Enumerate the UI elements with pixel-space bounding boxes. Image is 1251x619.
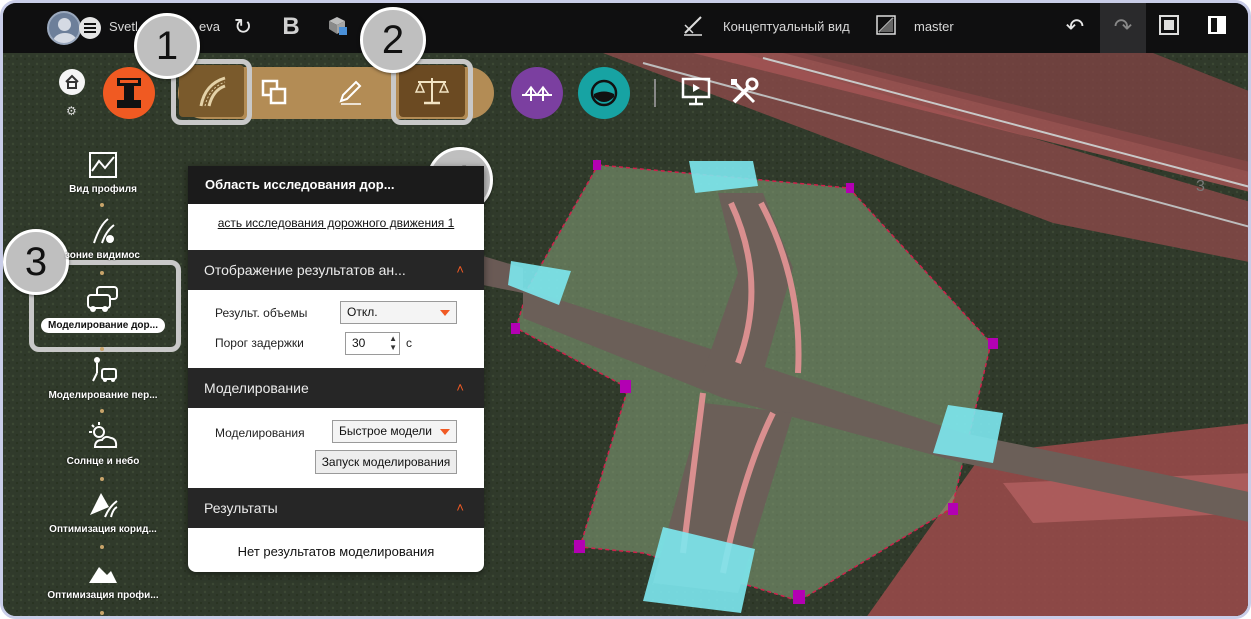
dropdown-arrow-icon [440, 310, 450, 316]
section-title: Моделирование [204, 380, 309, 396]
home-icon[interactable] [59, 69, 85, 95]
view-mode-label[interactable]: Концептуальный вид [723, 19, 850, 34]
sidebar-divider-dot [100, 477, 104, 481]
delay-threshold-label: Порог задержки [215, 336, 304, 350]
conceptual-view-icon[interactable] [679, 13, 707, 41]
dropdown-arrow-icon [440, 429, 450, 435]
sidebar-item-label: зоние видимос [65, 250, 140, 261]
panel-title: Область исследования дор... [205, 177, 395, 192]
traffic-cars-icon [87, 286, 118, 312]
sidebar-item-pedestrian-simulation[interactable]: Моделирование пер... [39, 355, 167, 401]
copy-tool-button[interactable] [251, 69, 297, 115]
stepper-arrows-icon[interactable]: ▲ ▼ [389, 334, 397, 352]
user-name: Svetl [109, 19, 138, 34]
traffic-study-panel: Область исследования дор... асть исследо… [188, 166, 484, 572]
settings-gear-icon[interactable]: ⚙ [66, 104, 77, 118]
volume-dropdown-value: Откл. [347, 305, 378, 319]
sidebar-item-label: Вид профиля [69, 184, 137, 195]
sidebar-divider-dot [100, 611, 104, 615]
branch-icon[interactable] [872, 13, 900, 41]
presentation-button[interactable] [677, 73, 715, 111]
sun-cloud-icon [89, 422, 118, 448]
tools-settings-button[interactable] [725, 73, 763, 111]
callout-1: 1 [134, 13, 200, 79]
modeling-mode-dropdown[interactable]: Быстрое модели [332, 420, 457, 443]
modeling-section-header[interactable]: Моделирование ˄ [188, 368, 484, 408]
sidebar-item-corridor-optimization[interactable]: Оптимизация корид... [39, 489, 167, 535]
callout-2: 2 [360, 7, 426, 73]
user-name-tail: eva [199, 19, 220, 34]
redo-button[interactable]: ↷ [1100, 3, 1146, 53]
infraworks-logo-icon [117, 78, 141, 108]
sidebar-divider-dot [100, 203, 104, 207]
sidebar-item-label: Моделирование пер... [48, 390, 158, 401]
delay-threshold-stepper[interactable]: 30 ▲ ▼ [345, 332, 400, 355]
visibility-road-icon [93, 218, 115, 244]
collapse-chevron-icon[interactable]: ˄ [456, 368, 464, 408]
sidebar-divider-dot [100, 347, 104, 351]
delay-threshold-value: 30 [352, 336, 366, 350]
results-section-header[interactable]: Результаты ˄ [188, 488, 484, 528]
corridor-optimization-icon [90, 493, 118, 518]
sidebar-divider-dot [100, 409, 104, 413]
user-avatar[interactable] [47, 11, 81, 45]
collapse-chevron-icon[interactable]: ˄ [456, 488, 464, 528]
profile-optimization-icon [89, 567, 117, 583]
panel-header: Область исследования дор... [188, 166, 484, 204]
bim-logo-icon[interactable]: B [277, 13, 305, 41]
delay-unit: с [406, 336, 412, 350]
sidebar-item-profile-optimization[interactable]: Оптимизация профи... [39, 561, 167, 601]
modeling-mode-label: Моделирования [215, 426, 305, 440]
branch-label[interactable]: master [914, 19, 954, 34]
presentation-screen-icon [681, 77, 711, 106]
copy-squares-icon [261, 79, 287, 105]
sidebar-item-label: Солнце и небо [66, 456, 140, 467]
drainage-icon [590, 79, 618, 107]
scene-label: 3 [1196, 178, 1205, 195]
pedestrian-traffic-icon [92, 357, 117, 382]
sidebar-item-sun-sky[interactable]: Солнце и небо [39, 421, 167, 467]
window-layout-icon[interactable] [1155, 13, 1183, 41]
redo-icon: ↷ [1113, 14, 1133, 39]
sidebar-item-label: Оптимизация профи... [47, 590, 159, 601]
sidebar-divider-dot [100, 271, 104, 275]
section-title: Отображение результатов ан... [204, 262, 406, 278]
sidebar-item-label-active: Моделирование дор... [41, 318, 165, 333]
modeling-mode-value: Быстрое модели [339, 424, 432, 438]
volume-label: Результ. объемы [215, 306, 308, 320]
wrench-screwdriver-icon [731, 77, 759, 104]
toolbar-divider [654, 79, 656, 107]
section-title: Результаты [204, 500, 278, 516]
volume-dropdown[interactable]: Откл. [340, 301, 457, 324]
bridge-tool-button[interactable] [511, 67, 563, 119]
sidebar-item-label: Оптимизация корид... [49, 524, 157, 535]
results-display-section-header[interactable]: Отображение результатов ан... ˄ [188, 250, 484, 290]
study-area-link[interactable]: асть исследования дорожного движения 1 [188, 216, 484, 230]
sidebar-item-visibility[interactable]: зоние видимос [39, 215, 167, 261]
edit-tool-button[interactable] [327, 69, 373, 115]
no-results-text: Нет результатов моделирования [237, 544, 435, 559]
undo-icon[interactable]: ↶ [1061, 13, 1089, 41]
pencil-icon [339, 80, 362, 105]
collapse-chevron-icon[interactable]: ˄ [456, 250, 464, 290]
bridge-icon [522, 85, 552, 101]
sidebar-divider-dot [100, 545, 104, 549]
run-simulation-button[interactable]: Запуск моделирования [315, 450, 457, 474]
infraworks-logo-button[interactable] [103, 67, 155, 119]
sidebar-item-profile-view[interactable]: Вид профиля [39, 151, 167, 195]
hamburger-menu-icon[interactable] [79, 17, 101, 39]
model-export-icon[interactable] [323, 13, 351, 41]
app-window: 3 Svetl eva ↻ B Концептуальный вид maste… [0, 0, 1251, 619]
drainage-tool-button[interactable] [578, 67, 630, 119]
sync-icon[interactable]: ↻ [229, 13, 257, 41]
profile-view-icon [89, 152, 117, 178]
sidebar-item-traffic-simulation[interactable]: Моделирование дор... [39, 285, 167, 333]
panel-toggle-icon[interactable] [1203, 13, 1231, 41]
